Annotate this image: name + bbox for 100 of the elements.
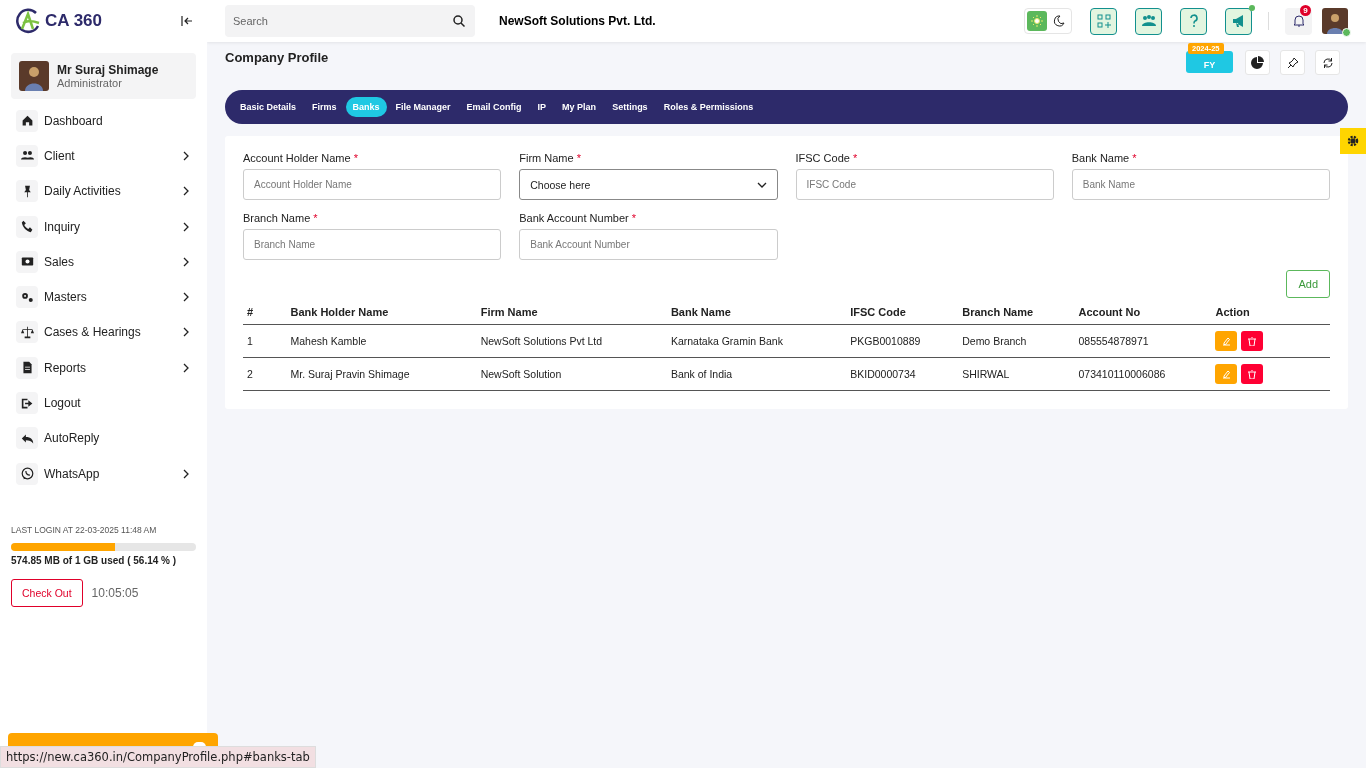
tab[interactable]: Settings <box>605 97 655 117</box>
tab[interactable]: IP <box>530 97 554 117</box>
trash-icon <box>1248 336 1257 346</box>
team-icon <box>1140 13 1157 29</box>
table-cell: Bank of India <box>670 368 733 380</box>
menu-icon <box>20 149 34 163</box>
menu-icon <box>20 325 34 339</box>
chevron-icon <box>183 292 189 303</box>
status-url: https://new.ca360.in/CompanyProfile.php#banks-tab <box>0 746 316 768</box>
table-cell: 085554878971 <box>1078 335 1149 347</box>
select-field[interactable]: Choose here <box>519 169 778 200</box>
table-cell: NewSoft Solution <box>480 368 562 380</box>
notification-badge: 9 <box>1300 4 1311 16</box>
table-cell: SHIRWAL <box>962 368 1010 380</box>
logo-icon <box>14 8 42 34</box>
menu-icon <box>20 220 34 234</box>
menu-item[interactable]: Cases & Hearings <box>0 314 207 351</box>
field-label: Bank Account Number * <box>519 212 638 224</box>
menu-item[interactable]: WhatsApp <box>0 455 207 492</box>
trash-icon <box>1248 369 1257 379</box>
storage-text: 574.85 MB of 1 GB used ( 56.14 % ) <box>11 555 178 567</box>
chevron-icon <box>183 221 189 232</box>
user-card[interactable]: Mr Suraj Shimage Administrator <box>11 53 196 99</box>
settings-icon[interactable] <box>1340 128 1366 154</box>
chart-icon[interactable] <box>1245 50 1270 75</box>
page-title: Company Profile <box>225 50 329 65</box>
apps-icon <box>1095 13 1112 29</box>
collapse-icon[interactable] <box>181 16 193 26</box>
chevron-icon <box>183 468 189 479</box>
menu-item[interactable]: Sales <box>0 244 207 280</box>
table-cell: 1 <box>247 335 253 347</box>
table-cell: 2 <box>247 368 253 380</box>
table-cell: NewSoft Solutions Pvt Ltd <box>480 335 603 347</box>
delete-button[interactable] <box>1241 364 1264 384</box>
toolbar-button[interactable] <box>1180 7 1207 35</box>
column-header: Bank Holder Name <box>290 306 389 318</box>
toolbar-button[interactable] <box>1090 7 1117 35</box>
avatar-icon[interactable] <box>1322 8 1348 34</box>
tab[interactable]: Roles & Permissions <box>656 97 761 117</box>
column-header: Branch Name <box>962 306 1034 318</box>
check-out-button[interactable]: Check Out <box>11 579 83 608</box>
column-header: Account No <box>1078 306 1141 318</box>
menu-item[interactable]: Reports <box>0 350 207 386</box>
chevron-icon <box>183 327 189 338</box>
tab[interactable]: Basic Details <box>233 97 304 117</box>
input-field[interactable]: Bank Account Number <box>519 229 778 260</box>
user-name: Mr Suraj Shimage <box>57 63 159 77</box>
field-label: Bank Name * <box>1071 152 1138 164</box>
column-header: Bank Name <box>670 306 731 318</box>
column-header: # <box>247 306 254 318</box>
pencil-icon <box>1221 369 1231 379</box>
refresh-icon[interactable] <box>1315 50 1340 75</box>
online-dot <box>1342 28 1351 37</box>
pin-icon[interactable] <box>1280 50 1305 75</box>
table-cell: Demo Branch <box>962 335 1027 347</box>
toolbar-button[interactable] <box>1135 7 1162 35</box>
menu-item[interactable]: Client <box>0 138 207 174</box>
add-button[interactable]: Add <box>1286 270 1330 298</box>
menu-item[interactable]: Dashboard <box>0 103 207 139</box>
timer: 10:05:05 <box>91 586 139 601</box>
table-cell: PKGB0010889 <box>850 335 921 347</box>
search-icon <box>453 15 465 27</box>
menu-icon <box>20 361 34 375</box>
table-cell: Mr. Suraj Pravin Shimage <box>290 368 410 380</box>
tab[interactable]: Firms <box>305 97 344 117</box>
menu-item[interactable]: Logout <box>0 385 207 421</box>
menu-icon <box>20 467 34 481</box>
tab[interactable]: File Manager <box>388 97 458 117</box>
field-label: IFSC Code * <box>795 152 859 164</box>
logo-text: CA 360 <box>45 11 102 31</box>
last-login-text: LAST LOGIN AT 22-03-2025 11:48 AM <box>11 525 158 536</box>
user-role: Administrator <box>57 77 123 89</box>
column-header: Firm Name <box>480 306 538 318</box>
menu-item[interactable]: Masters <box>0 279 207 315</box>
chevron-icon <box>756 181 767 188</box>
notification-button[interactable]: 9 <box>1285 7 1312 35</box>
input-field[interactable]: IFSC Code <box>795 169 1054 200</box>
field-label: Branch Name * <box>243 212 319 224</box>
theme-toggle[interactable] <box>1024 8 1072 34</box>
tab[interactable]: Email Config <box>459 97 529 117</box>
toolbar-button[interactable] <box>1225 7 1252 35</box>
chevron-icon <box>183 256 189 267</box>
menu-item[interactable]: Inquiry <box>0 208 207 245</box>
menu-item[interactable]: Daily Activities <box>0 173 207 209</box>
status-dot <box>1249 4 1255 11</box>
field-label: Account Holder Name * <box>243 152 359 164</box>
bell-icon <box>1291 14 1306 28</box>
menu-icon <box>20 114 34 128</box>
table-cell: Karnataka Gramin Bank <box>670 335 783 347</box>
chevron-icon <box>183 186 189 197</box>
input-field[interactable]: Account Holder Name <box>243 169 502 200</box>
delete-button[interactable] <box>1241 331 1264 351</box>
input-field[interactable]: Branch Name <box>243 229 502 260</box>
tab[interactable]: My Plan <box>555 97 604 117</box>
menu-item[interactable]: AutoReply <box>0 420 207 456</box>
input-field[interactable]: Bank Name <box>1071 169 1330 200</box>
avatar-icon <box>19 61 49 91</box>
table-cell: BKID0000734 <box>850 368 916 380</box>
table-cell: 073410110006086 <box>1078 368 1166 380</box>
table-cell: Mahesh Kamble <box>290 335 367 347</box>
